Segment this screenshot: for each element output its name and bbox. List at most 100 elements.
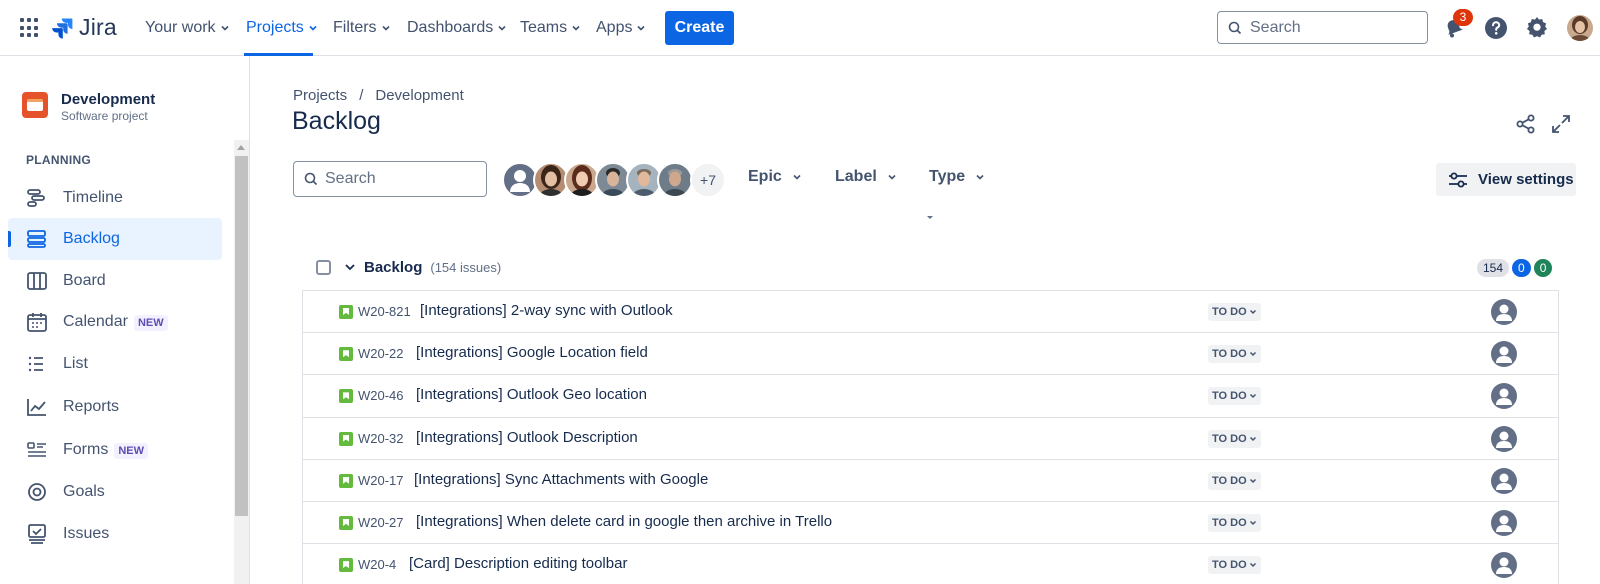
project-avatar-icon[interactable]	[22, 92, 48, 118]
settings-gear-icon[interactable]	[1525, 15, 1549, 39]
new-badge: NEW	[114, 443, 148, 459]
story-icon	[339, 473, 353, 488]
jira-logo[interactable]: Jira	[51, 14, 117, 41]
breadcrumb: Projects / Development	[293, 87, 464, 104]
issue-summary[interactable]: [Card] Description editing toolbar	[409, 555, 627, 572]
breadcrumb-development[interactable]: Development	[375, 87, 463, 104]
issue-key[interactable]: W20-4	[358, 557, 396, 572]
user-photo	[539, 165, 563, 196]
sidebar-item-backlog[interactable]: Backlog	[8, 218, 222, 260]
sidebar-item-label: Timeline	[63, 189, 123, 206]
sidebar-scrollbar-thumb[interactable]	[235, 156, 248, 516]
type-filter-button[interactable]: Type	[929, 168, 985, 186]
sidebar-item-forms[interactable]: Forms NEW	[8, 429, 222, 471]
unassigned-avatar-icon[interactable]	[1491, 425, 1517, 452]
status-dropdown[interactable]: TO DO	[1208, 429, 1261, 448]
unassigned-avatar-icon[interactable]	[1491, 299, 1517, 325]
chevron-down-icon	[1249, 352, 1256, 357]
nav-filters[interactable]: Filters	[333, 0, 391, 56]
chevron-down-icon	[637, 25, 646, 31]
table-row[interactable]: W20-17 [Integrations] Sync Attachments w…	[303, 460, 1558, 502]
sidebar-item-label: Reports	[63, 398, 120, 415]
sidebar-item-reports[interactable]: Reports	[8, 386, 222, 428]
status-dropdown[interactable]: TO DO	[1208, 345, 1261, 364]
type-filter-label: Type	[929, 168, 966, 185]
table-row[interactable]: W20-32 [Integrations] Outlook Descriptio…	[303, 418, 1558, 460]
nav-your-work[interactable]: Your work	[145, 0, 230, 56]
nav-teams[interactable]: Teams	[520, 0, 581, 56]
issue-key[interactable]: W20-46	[358, 388, 404, 403]
user-avatar[interactable]	[1567, 15, 1593, 41]
select-all-checkbox[interactable]	[316, 259, 331, 275]
epic-filter-button[interactable]: Epic	[748, 168, 802, 186]
label-filter-button[interactable]: Label	[835, 168, 897, 186]
nav-projects[interactable]: Projects	[246, 0, 318, 56]
unassigned-avatar-icon[interactable]	[1491, 552, 1517, 579]
status-dropdown[interactable]: TO DO	[1208, 556, 1261, 575]
issue-summary[interactable]: [Integrations] 2-way sync with Outlook	[420, 302, 673, 319]
unassigned-avatar-icon[interactable]	[1491, 341, 1517, 368]
chevron-down-icon[interactable]	[344, 261, 356, 273]
sidebar-item-goals[interactable]: Goals	[8, 471, 222, 513]
chevron-down-icon	[793, 174, 801, 180]
unassigned-avatar-icon[interactable]	[1491, 509, 1517, 536]
help-icon[interactable]	[1484, 16, 1508, 40]
status-dropdown[interactable]: TO DO	[1208, 513, 1261, 532]
project-name[interactable]: Development	[61, 91, 155, 108]
sidebar-item-issues[interactable]: Issues	[8, 513, 222, 555]
issue-key[interactable]: W20-32	[358, 431, 404, 446]
table-row[interactable]: W20-4 [Card] Description editing toolbar…	[303, 544, 1558, 584]
fullscreen-expand-icon[interactable]	[1550, 113, 1572, 135]
sidebar-item-board[interactable]: Board	[8, 260, 222, 302]
project-sidebar: Development Software project PLANNING Ti…	[0, 56, 250, 584]
issue-summary[interactable]: [Integrations] Outlook Geo location	[416, 386, 647, 403]
search-icon	[1228, 21, 1242, 34]
table-row[interactable]: W20-821 [Integrations] 2-way sync with O…	[303, 291, 1558, 334]
more-assignees-button[interactable]: +7	[690, 162, 726, 198]
sidebar-item-timeline[interactable]: Timeline	[8, 177, 222, 219]
share-icon[interactable]	[1515, 113, 1537, 135]
issue-key[interactable]: W20-17	[358, 473, 404, 488]
nav-dashboards[interactable]: Dashboards	[407, 0, 507, 56]
sidebar-item-calendar[interactable]: Calendar NEW	[8, 301, 222, 343]
breadcrumb-projects[interactable]: Projects	[293, 87, 347, 104]
top-search-box[interactable]	[1217, 11, 1428, 44]
sidebar-item-label: Goals	[63, 483, 105, 500]
issue-summary[interactable]: [Integrations] When delete card in googl…	[416, 513, 832, 530]
nav-filters-label: Filters	[333, 19, 377, 36]
chevron-down-icon	[572, 25, 580, 31]
user-photo	[570, 165, 594, 196]
status-label: TO DO	[1212, 390, 1247, 403]
issue-key[interactable]: W20-821	[358, 304, 411, 319]
issue-summary[interactable]: [Integrations] Outlook Description	[416, 429, 638, 446]
status-dropdown[interactable]: TO DO	[1208, 471, 1261, 490]
create-button[interactable]: Create	[665, 11, 734, 45]
view-settings-button[interactable]: View settings	[1436, 163, 1576, 196]
issue-summary[interactable]: [Integrations] Google Location field	[416, 344, 648, 361]
collapse-caret-icon[interactable]	[927, 216, 933, 219]
chevron-down-icon	[381, 25, 390, 31]
issue-key[interactable]: W20-22	[358, 346, 404, 361]
table-row[interactable]: W20-46 [Integrations] Outlook Geo locati…	[303, 375, 1558, 418]
table-row[interactable]: W20-27 [Integrations] When delete card i…	[303, 502, 1558, 545]
user-avatar[interactable]	[657, 162, 693, 198]
sidebar-item-list[interactable]: List	[8, 343, 222, 385]
scroll-up-arrow-icon[interactable]	[237, 145, 245, 150]
unassigned-avatar-icon[interactable]	[1491, 383, 1517, 410]
story-icon	[339, 431, 353, 446]
unassigned-avatar-icon[interactable]	[1491, 467, 1517, 494]
backlog-search-box[interactable]	[293, 161, 487, 197]
calendar-icon	[27, 313, 47, 332]
chevron-down-icon	[309, 25, 317, 31]
issue-summary[interactable]: [Integrations] Sync Attachments with Goo…	[414, 471, 708, 488]
nav-apps[interactable]: Apps	[596, 0, 646, 56]
table-row[interactable]: W20-22 [Integrations] Google Location fi…	[303, 333, 1558, 376]
backlog-search-input[interactable]	[325, 170, 475, 188]
status-dropdown[interactable]: TO DO	[1208, 303, 1261, 321]
status-counts: 154 0 0	[1477, 259, 1553, 277]
goals-icon	[28, 483, 46, 501]
top-search-input[interactable]	[1250, 18, 1410, 37]
issue-key[interactable]: W20-27	[358, 515, 404, 530]
app-switcher-icon[interactable]	[20, 18, 40, 38]
status-dropdown[interactable]: TO DO	[1208, 387, 1261, 406]
